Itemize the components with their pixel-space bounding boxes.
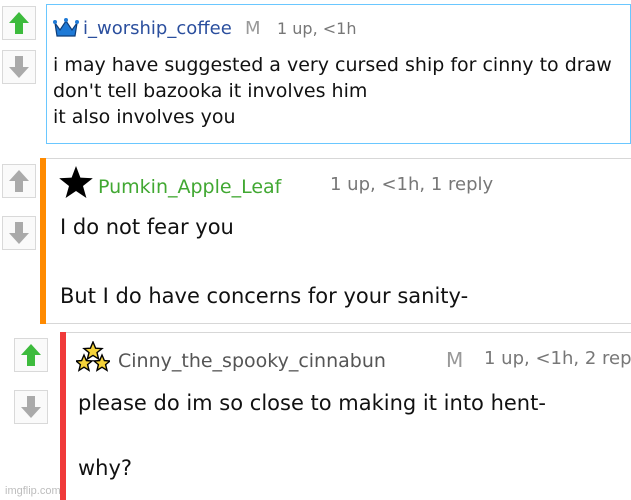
comment-text-line: it also involves you [53,106,236,128]
username-link[interactable]: Pumkin_Apple_Leaf [98,176,281,198]
comment-meta: 1 up, <1h, 2 rep [484,348,631,369]
comment-meta: 1 up, <1h, 1 reply [330,174,494,195]
downvote-button[interactable] [2,216,36,250]
down-arrow-icon [21,396,41,418]
three-stars-icon [76,341,110,372]
upvote-button[interactable] [2,164,36,198]
vote-column [12,332,50,500]
vote-column [0,0,38,148]
username-link[interactable]: Cinny_the_spooky_cinnabun [118,350,386,372]
downvote-button[interactable] [14,390,48,424]
down-arrow-icon [9,222,29,244]
comment-1: i_worship_coffee M 1 up, <1h i may have … [0,0,631,148]
comment-text-line: please do im so close to making it into … [78,391,546,415]
comment-text-line: I do not fear you [60,215,234,239]
username-link[interactable]: i_worship_coffee [83,18,232,39]
comment-3: Cinny_the_spooky_cinnabun M 1 up, <1h, 2… [8,332,631,500]
downvote-button[interactable] [2,50,36,84]
comment-2: Pumkin_Apple_Leaf 1 up, <1h, 1 reply I d… [0,158,631,324]
comment-text-line: i may have suggested a very cursed ship … [53,54,612,76]
comment-card: Pumkin_Apple_Leaf 1 up, <1h, 1 reply I d… [46,158,631,324]
mod-badge: M [245,18,261,39]
upvote-button[interactable] [14,338,48,372]
upvote-button[interactable] [2,6,36,40]
comment-card: Cinny_the_spooky_cinnabun M 1 up, <1h, 2… [66,332,631,500]
watermark: imgflip.com [5,485,61,497]
up-arrow-icon [9,12,29,34]
comment-text-line: don't tell bazooka it involves him [53,80,368,102]
comment-text-line: why? [78,456,133,480]
up-arrow-icon [21,344,41,366]
vote-column [0,158,38,324]
comment-card: i_worship_coffee M 1 up, <1h i may have … [46,4,631,144]
down-arrow-icon [9,56,29,78]
comment-meta: 1 up, <1h [277,19,357,38]
up-arrow-icon [9,170,29,192]
crown-icon [53,18,79,37]
mod-badge: M [446,348,464,372]
comment-text-line: But I do have concerns for your sanity- [60,284,469,308]
black-star-icon [59,166,93,198]
